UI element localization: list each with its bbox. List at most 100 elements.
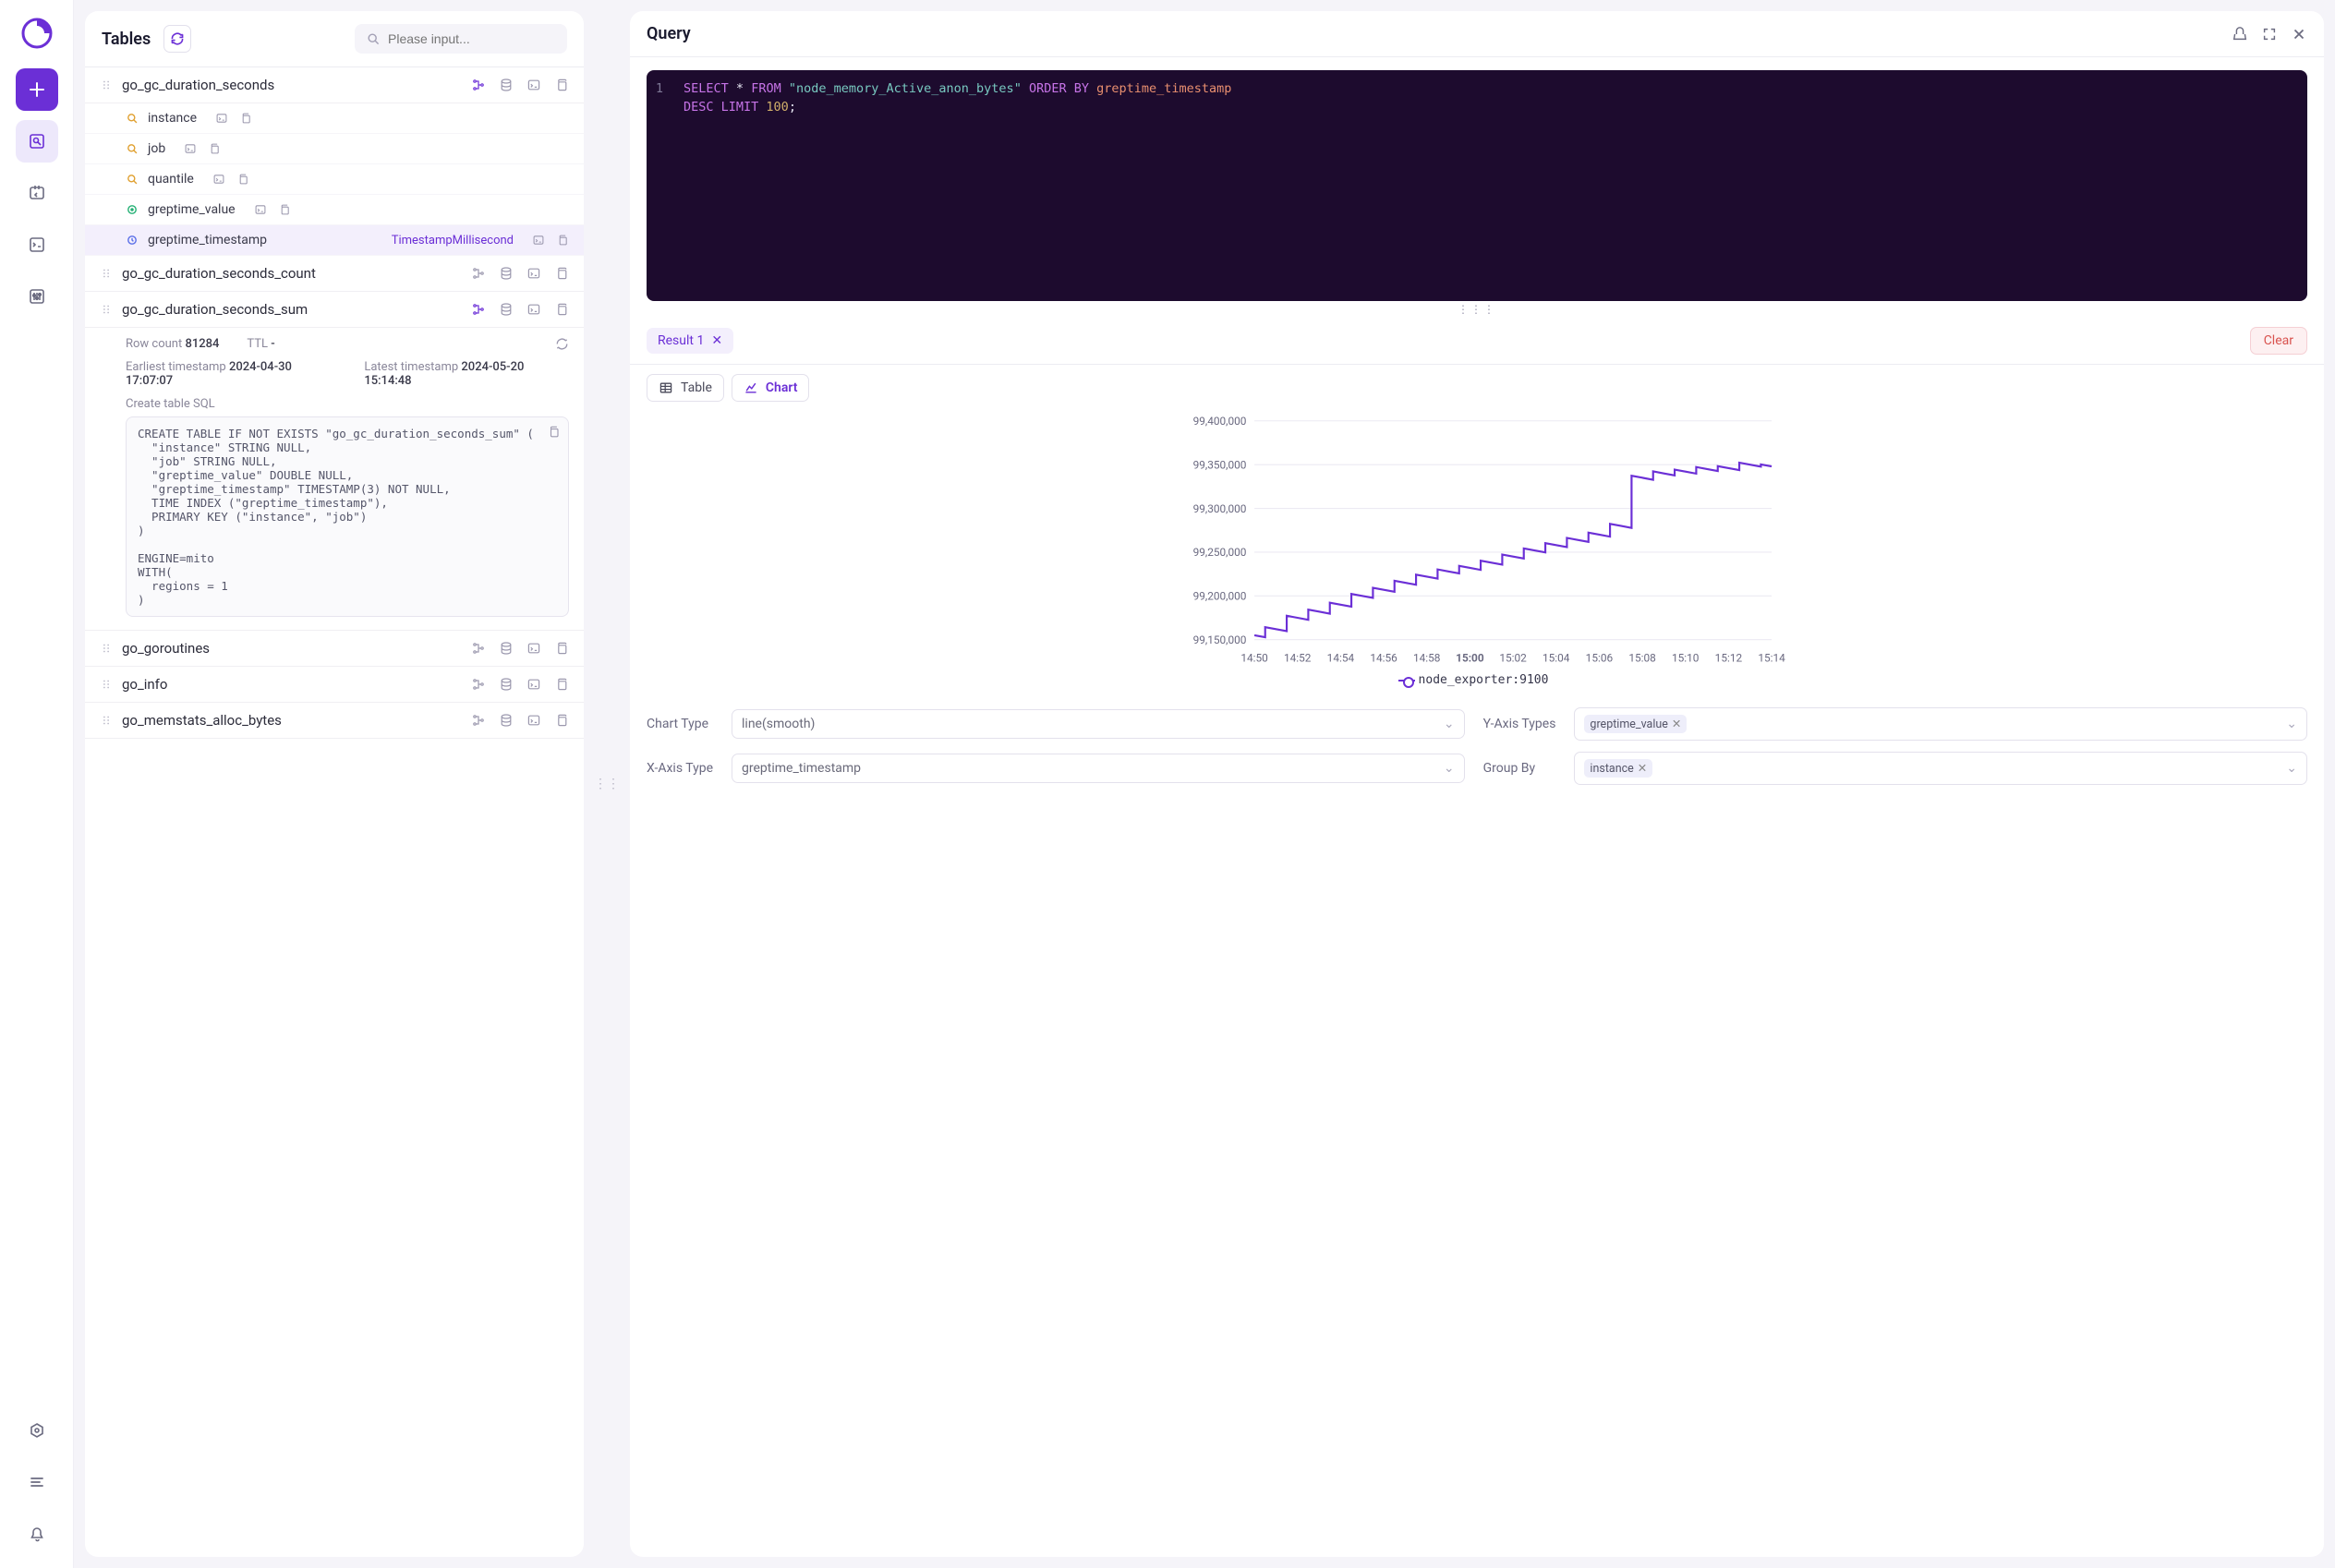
- nav-menu[interactable]: [16, 1461, 58, 1503]
- xaxis-label: X-Axis Type: [647, 761, 713, 776]
- column-name: instance: [148, 111, 197, 126]
- editor-resize-handle[interactable]: ⋮⋮⋮: [630, 301, 2324, 318]
- table-name: go_goroutines: [122, 640, 210, 657]
- nav-runbook[interactable]: [16, 223, 58, 266]
- schema-icon[interactable]: [471, 266, 486, 281]
- close-tab-icon[interactable]: ✕: [711, 333, 722, 348]
- table-row[interactable]: go_gc_duration_seconds: [85, 67, 584, 103]
- sql-editor[interactable]: 1 SELECT * FROM "node_memory_Active_anon…: [647, 70, 2307, 301]
- chart-type-select[interactable]: line(smooth)⌄: [732, 709, 1465, 739]
- clear-button[interactable]: Clear: [2250, 327, 2307, 355]
- database-icon[interactable]: [499, 266, 514, 281]
- copy-icon[interactable]: [554, 266, 569, 281]
- svg-text:99,400,000: 99,400,000: [1193, 415, 1247, 428]
- schema-icon[interactable]: [471, 677, 486, 692]
- query-icon[interactable]: [526, 677, 541, 692]
- svg-text:15:14: 15:14: [1758, 651, 1785, 664]
- chart-view-button[interactable]: Chart: [732, 374, 810, 402]
- database-icon[interactable]: [499, 677, 514, 692]
- logo: [17, 13, 57, 54]
- create-sql: CREATE TABLE IF NOT EXISTS "go_gc_durati…: [126, 416, 569, 617]
- svg-text:99,200,000: 99,200,000: [1193, 590, 1247, 603]
- query-icon[interactable]: [526, 78, 541, 92]
- database-icon[interactable]: [499, 78, 514, 92]
- database-icon[interactable]: [499, 713, 514, 728]
- copy-icon[interactable]: [547, 425, 561, 439]
- yaxis-select[interactable]: greptime_value✕⌄: [1574, 707, 2307, 741]
- column-row[interactable]: job: [85, 134, 584, 164]
- query-icon[interactable]: [526, 302, 541, 317]
- schema-icon[interactable]: [471, 641, 486, 656]
- copy-icon[interactable]: [208, 142, 221, 155]
- xaxis-select[interactable]: greptime_timestamp⌄: [732, 754, 1465, 783]
- schema-icon[interactable]: [471, 302, 486, 317]
- copy-icon[interactable]: [556, 234, 569, 247]
- yaxis-label: Y-Axis Types: [1483, 717, 1556, 731]
- svg-text:14:54: 14:54: [1327, 651, 1355, 664]
- query-icon[interactable]: [184, 142, 197, 155]
- nav-tuning[interactable]: [16, 275, 58, 318]
- table-row[interactable]: go_memstats_alloc_bytes: [85, 703, 584, 739]
- search-input[interactable]: [388, 31, 556, 46]
- search-input-wrap[interactable]: [355, 24, 567, 54]
- remove-chip-icon[interactable]: ✕: [1672, 717, 1681, 731]
- database-icon[interactable]: [499, 302, 514, 317]
- database-icon[interactable]: [499, 641, 514, 656]
- result-tab[interactable]: Result 1 ✕: [647, 328, 733, 354]
- schema-icon[interactable]: [471, 78, 486, 92]
- query-icon[interactable]: [215, 112, 228, 125]
- table-name: go_info: [122, 676, 167, 693]
- copy-icon[interactable]: [239, 112, 252, 125]
- column-row[interactable]: greptime_timestamp TimestampMillisecond: [85, 225, 584, 256]
- table-row[interactable]: go_info: [85, 667, 584, 703]
- nav-settings[interactable]: [16, 1409, 58, 1452]
- nav-ingest[interactable]: [16, 172, 58, 214]
- tables-panel: Tables go_gc_duration_seconds instance: [85, 11, 584, 1557]
- fullscreen-icon[interactable]: [2261, 26, 2278, 42]
- table-view-button[interactable]: Table: [647, 374, 724, 402]
- table-details: Row count 81284 TTL - Earliest timestamp…: [85, 328, 584, 631]
- close-icon[interactable]: [2291, 26, 2307, 42]
- query-icon[interactable]: [526, 641, 541, 656]
- schema-icon[interactable]: [471, 713, 486, 728]
- svg-text:15:06: 15:06: [1586, 651, 1614, 664]
- copy-icon[interactable]: [278, 203, 291, 216]
- chevron-down-icon: ⌄: [2286, 761, 2297, 776]
- table-row[interactable]: go_goroutines: [85, 631, 584, 667]
- copy-icon[interactable]: [554, 78, 569, 92]
- table-row[interactable]: go_gc_duration_seconds_sum: [85, 292, 584, 328]
- column-row[interactable]: quantile: [85, 164, 584, 195]
- svg-text:14:50: 14:50: [1240, 651, 1267, 664]
- query-icon[interactable]: [254, 203, 267, 216]
- remove-chip-icon[interactable]: ✕: [1638, 761, 1647, 776]
- save-icon[interactable]: [2232, 26, 2248, 42]
- table-row[interactable]: go_gc_duration_seconds_count: [85, 256, 584, 292]
- copy-icon[interactable]: [554, 677, 569, 692]
- nav-query[interactable]: [16, 120, 58, 163]
- groupby-select[interactable]: instance✕ ⌄: [1574, 752, 2307, 785]
- copy-icon[interactable]: [554, 641, 569, 656]
- add-button[interactable]: [16, 68, 58, 111]
- query-icon[interactable]: [526, 266, 541, 281]
- nav-notifications[interactable]: [16, 1513, 58, 1555]
- column-type: TimestampMillisecond: [392, 234, 514, 247]
- copy-icon[interactable]: [236, 173, 249, 186]
- column-row[interactable]: instance: [85, 103, 584, 134]
- refresh-icon[interactable]: [555, 337, 569, 351]
- chart-legend: node_exporter:9100: [639, 669, 2307, 696]
- chart-area: 99,150,00099,200,00099,250,00099,300,000…: [630, 411, 2324, 702]
- panel-resize-handle[interactable]: ⋮⋮: [599, 11, 615, 1557]
- refresh-button[interactable]: [163, 25, 191, 53]
- drag-icon: [100, 78, 113, 91]
- copy-icon[interactable]: [554, 713, 569, 728]
- yaxis-chip[interactable]: greptime_value✕: [1584, 715, 1687, 733]
- chevron-down-icon: ⌄: [1444, 761, 1455, 776]
- query-icon[interactable]: [526, 713, 541, 728]
- drag-icon: [100, 642, 113, 655]
- column-row[interactable]: greptime_value: [85, 195, 584, 225]
- copy-icon[interactable]: [554, 302, 569, 317]
- query-icon[interactable]: [532, 234, 545, 247]
- query-icon[interactable]: [212, 173, 225, 186]
- tables-title: Tables: [102, 30, 151, 49]
- groupby-chip[interactable]: instance✕: [1584, 759, 1652, 778]
